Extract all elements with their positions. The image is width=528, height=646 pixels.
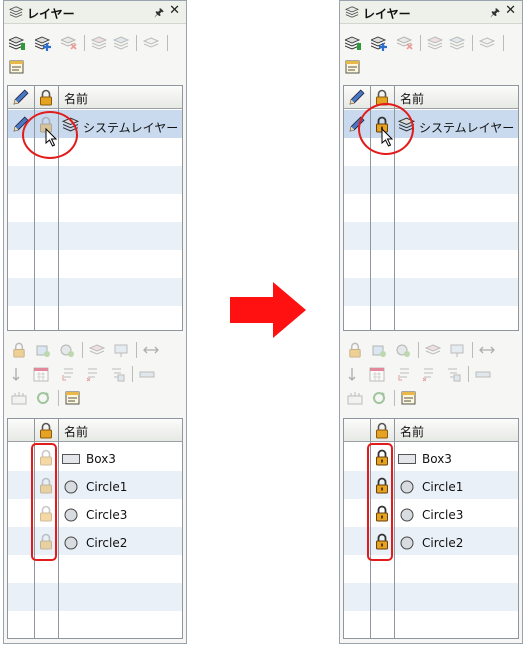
rectangle-tool-icon[interactable]: [474, 365, 492, 383]
layer-down-icon[interactable]: [448, 34, 466, 52]
layer-name: システムレイヤー: [83, 121, 179, 135]
panel-titlebar: レイヤー 🖈 ✕: [340, 1, 522, 24]
object-properties-icon[interactable]: [400, 389, 418, 407]
lock-header-icon: [374, 422, 390, 439]
layer-properties-icon[interactable]: [8, 58, 26, 76]
object-name: Circle3: [86, 508, 128, 522]
object-to-layer-icon[interactable]: [112, 341, 130, 359]
circle-shape-icon: [400, 480, 414, 494]
column-name-header: 名前: [64, 92, 89, 106]
column-name-header: 名前: [64, 425, 89, 439]
circle-shape-icon: [400, 536, 414, 550]
export-icon[interactable]: [420, 365, 438, 383]
refresh-icon[interactable]: [370, 389, 388, 407]
layer-properties-icon[interactable]: [344, 58, 362, 76]
object-to-layer-icon[interactable]: [448, 341, 466, 359]
layer-up-icon[interactable]: [426, 34, 444, 52]
pencil-icon: [348, 89, 365, 106]
calendar-icon[interactable]: [368, 365, 386, 383]
close-icon[interactable]: ✕: [505, 3, 516, 18]
layer-name: システムレイヤー: [419, 121, 515, 135]
highlight-rect: [31, 443, 57, 561]
add-layer-icon[interactable]: [370, 34, 388, 52]
list-edit-icon[interactable]: [108, 365, 126, 383]
sort-icon[interactable]: [10, 365, 28, 383]
highlight-rect: [367, 443, 393, 561]
highlight-circle: [22, 111, 78, 159]
move-to-layer-icon[interactable]: [424, 341, 442, 359]
highlight-circle: [358, 103, 414, 155]
layer-panel-after: レイヤー 🖈 ✕ 名前 システムレイヤー 名前 Box3 Circle1 Cir…: [339, 0, 523, 644]
panel-title: レイヤー: [363, 7, 411, 21]
import-icon[interactable]: [60, 365, 78, 383]
close-icon[interactable]: ✕: [169, 3, 180, 18]
delete-layer-icon[interactable]: [396, 34, 414, 52]
layers-icon: [9, 6, 23, 18]
object-name: Circle1: [422, 480, 464, 494]
lock-object-icon[interactable]: [346, 341, 364, 359]
horizontal-resize-icon[interactable]: [478, 341, 496, 359]
horizontal-resize-icon[interactable]: [142, 341, 160, 359]
calendar-icon[interactable]: [32, 365, 50, 383]
layer-down-icon[interactable]: [112, 34, 130, 52]
circle-shape-icon: [64, 480, 78, 494]
sort-icon[interactable]: [346, 365, 364, 383]
group-icon[interactable]: [346, 389, 364, 407]
lock-header-icon: [38, 422, 54, 439]
list-edit-icon[interactable]: [444, 365, 462, 383]
delete-layer-icon[interactable]: [60, 34, 78, 52]
circle-shape-icon: [400, 508, 414, 522]
lock-object-icon[interactable]: [10, 341, 28, 359]
object-name: Box3: [422, 452, 452, 466]
column-name-header: 名前: [400, 425, 425, 439]
arrow-right-icon: [230, 282, 306, 338]
object-name: Circle3: [422, 508, 464, 522]
layer-list-icon[interactable]: [344, 34, 362, 52]
import-icon[interactable]: [396, 365, 414, 383]
layer-merge-icon[interactable]: [478, 34, 496, 52]
rectangle-tool-icon[interactable]: [138, 365, 156, 383]
show-object-icon[interactable]: [58, 341, 76, 359]
move-to-layer-icon[interactable]: [88, 341, 106, 359]
circle-shape-icon: [64, 536, 78, 550]
rectangle-shape-icon: [398, 454, 416, 464]
layer-merge-icon[interactable]: [142, 34, 160, 52]
show-object-icon[interactable]: [394, 341, 412, 359]
hide-object-icon[interactable]: [370, 341, 388, 359]
panel-title: レイヤー: [27, 7, 75, 21]
layers-icon: [345, 6, 359, 18]
object-name: Box3: [86, 452, 116, 466]
object-name: Circle2: [422, 536, 464, 550]
refresh-icon[interactable]: [34, 389, 52, 407]
circle-shape-icon: [64, 508, 78, 522]
lock-header-icon: [38, 89, 54, 106]
object-properties-icon[interactable]: [64, 389, 82, 407]
column-name-header: 名前: [400, 92, 425, 106]
group-icon[interactable]: [10, 389, 28, 407]
hide-object-icon[interactable]: [34, 341, 52, 359]
object-name: Circle2: [86, 536, 128, 550]
panel-titlebar: レイヤー 🖈 ✕: [4, 1, 186, 24]
pin-icon[interactable]: 🖈: [154, 4, 164, 23]
pencil-icon: [12, 89, 29, 106]
layer-up-icon[interactable]: [90, 34, 108, 52]
export-icon[interactable]: [84, 365, 102, 383]
rectangle-shape-icon: [62, 454, 80, 464]
layer-panel-before: レイヤー 🖈 ✕ 名前 システムレイヤー 名前 Box3 Circle1 Cir…: [3, 0, 187, 644]
layer-list-icon[interactable]: [8, 34, 26, 52]
add-layer-icon[interactable]: [34, 34, 52, 52]
pin-icon[interactable]: 🖈: [490, 4, 500, 23]
object-name: Circle1: [86, 480, 128, 494]
